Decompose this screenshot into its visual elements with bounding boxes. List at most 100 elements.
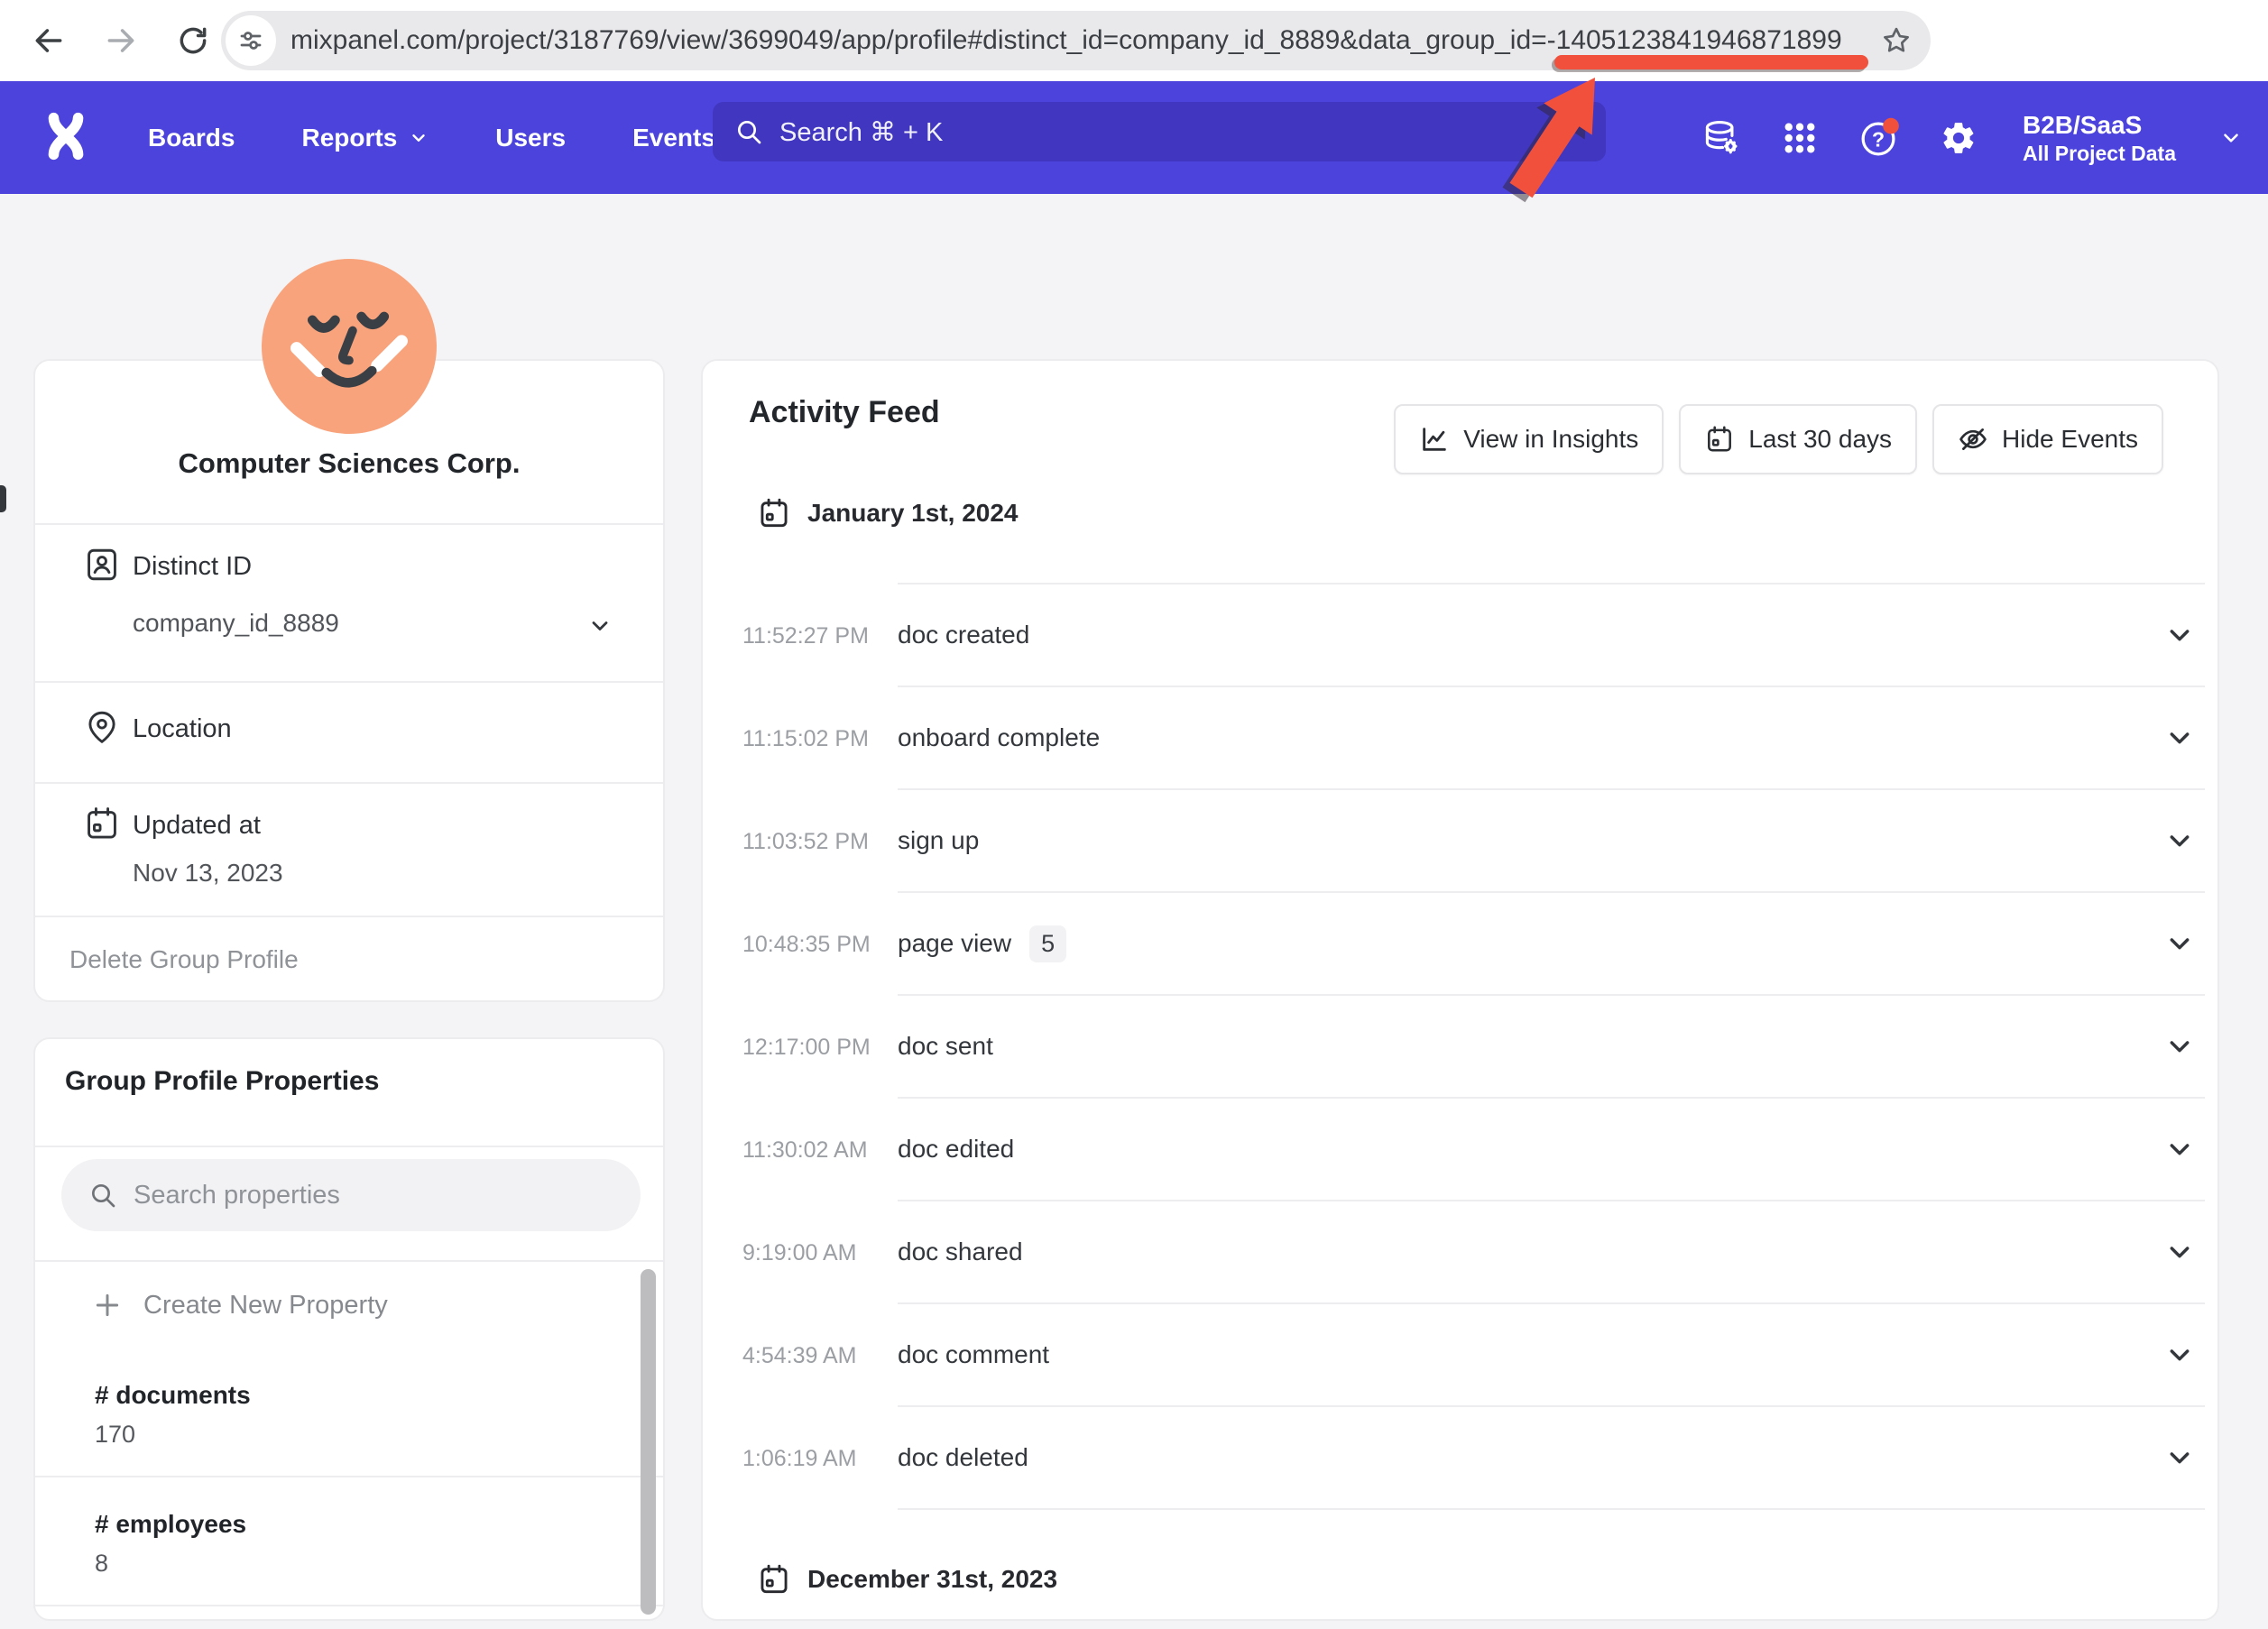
nav-item-events[interactable]: Events [632,124,715,152]
event-time: 10:48:35 PM [703,893,898,996]
property-name: # documents [95,1381,663,1410]
browser-back-icon[interactable] [31,23,67,59]
activity-event-row[interactable]: 11:15:02 PM onboard complete [703,687,2217,790]
property-items: # documents 170 # employees 8 [35,1348,663,1606]
activity-event-list: 11:52:27 PM doc created 11:15:02 PM onbo… [703,584,2217,1510]
event-name: doc edited [898,1135,1014,1164]
activity-event-row[interactable]: 9:19:00 AM doc shared [703,1201,2217,1304]
chevron-down-icon[interactable] [2165,826,2194,855]
distinct-id-label: Distinct ID [133,552,252,582]
event-name: page view [898,929,1011,958]
property-item[interactable]: # employees 8 [35,1477,663,1606]
chevron-down-icon[interactable] [2165,1443,2194,1472]
calendar-icon [757,496,791,530]
chevron-down-icon[interactable] [2165,1135,2194,1164]
date-group-label: December 31st, 2023 [807,1565,1057,1594]
activity-event-row[interactable]: 10:48:35 PM page view 5 [703,893,2217,996]
help-icon[interactable]: ? [1858,117,1900,159]
browser-reload-icon[interactable] [175,23,211,59]
bookmark-star-icon[interactable] [1880,24,1913,57]
browser-chrome: mixpanel.com/project/3187769/view/369904… [0,0,2268,81]
page-content: Computer Sciences Corp. Distinct ID comp… [0,194,2268,1629]
search-icon [734,117,763,146]
search-placeholder: Search ⌘ + K [779,116,943,148]
properties-scrollbar[interactable] [641,1269,656,1615]
data-management-icon[interactable] [1701,118,1741,158]
activity-feed-title: Activity Feed [749,395,940,430]
search-properties-input[interactable] [132,1180,568,1211]
divider [35,1146,663,1147]
project-switcher[interactable]: B2B/SaaS All Project Data [2023,110,2176,166]
activity-feed-card: Activity Feed View in Insights Last 30 d… [701,359,2219,1621]
activity-event-row[interactable]: 11:30:02 AM doc edited [703,1099,2217,1201]
plus-icon [93,1291,122,1320]
chevron-down-icon[interactable] [2165,723,2194,752]
chevron-down-icon[interactable] [2165,621,2194,649]
chevron-down-icon[interactable] [587,613,613,639]
chevron-down-icon[interactable] [2165,1238,2194,1266]
event-time: 11:03:52 PM [703,790,898,893]
group-properties-card: Group Profile Properties Create New Prop… [33,1037,665,1621]
event-name: doc sent [898,1032,993,1061]
event-time: 12:17:00 PM [703,996,898,1099]
chevron-down-icon[interactable] [2219,126,2243,150]
property-value: 170 [95,1421,663,1449]
create-new-property-label: Create New Property [143,1291,388,1321]
properties-list: Create New Property # documents 170 # em… [35,1260,663,1606]
activity-event-row[interactable]: 11:52:27 PM doc created [703,584,2217,687]
chevron-down-icon[interactable] [2165,1340,2194,1369]
nav-item-reports[interactable]: Reports [301,124,429,152]
global-search-input[interactable]: Search ⌘ + K [713,102,1606,161]
nav-item-label: Reports [301,124,397,152]
activity-event-row[interactable]: 11:03:52 PM sign up [703,790,2217,893]
mixpanel-logo-icon[interactable] [40,110,92,162]
event-time: 11:52:27 PM [703,584,898,687]
property-name: # employees [95,1510,663,1539]
event-name: sign up [898,826,979,855]
divider [35,782,663,784]
updated-at-label: Updated at [133,811,261,841]
date-range-button[interactable]: Last 30 days [1679,404,1917,474]
event-count-badge: 5 [1029,925,1066,962]
view-in-insights-button[interactable]: View in Insights [1394,404,1664,474]
event-time: 9:19:00 AM [703,1201,898,1304]
search-icon [88,1181,117,1210]
date-group-header: December 31st, 2023 [757,1562,1057,1597]
url-text: mixpanel.com/project/3187769/view/369904… [290,25,1869,56]
site-info-icon[interactable] [226,15,276,66]
property-item[interactable]: # documents 170 [35,1348,663,1477]
calendar-icon [757,1562,791,1597]
settings-gear-icon[interactable] [1940,119,1978,157]
chevron-down-icon[interactable] [2165,929,2194,958]
chevron-down-icon[interactable] [2165,1032,2194,1061]
hide-events-button[interactable]: Hide Events [1932,404,2163,474]
group-name: Computer Sciences Corp. [35,447,663,480]
project-data-label: All Project Data [2023,141,2176,166]
eye-off-icon [1958,424,1988,455]
calendar-icon [83,805,121,842]
distinct-id-value: company_id_8889 [133,609,339,638]
button-label: View in Insights [1463,425,1638,454]
calendar-icon [1704,424,1735,455]
id-badge-icon [83,546,121,584]
nav-item-boards[interactable]: Boards [148,124,235,152]
browser-forward-icon[interactable] [103,23,139,59]
activity-event-row[interactable]: 4:54:39 AM doc comment [703,1304,2217,1407]
svg-text:?: ? [1872,127,1885,151]
chevron-down-icon [409,128,429,148]
create-new-property-button[interactable]: Create New Property [35,1262,663,1348]
nav-item-users[interactable]: Users [495,124,566,152]
line-chart-icon [1419,424,1450,455]
event-name: doc comment [898,1340,1049,1369]
divider [35,681,663,683]
profile-card: Computer Sciences Corp. Distinct ID comp… [33,359,665,1002]
activity-event-row[interactable]: 1:06:19 AM doc deleted [703,1407,2217,1510]
activity-event-row[interactable]: 12:17:00 PM doc sent [703,996,2217,1099]
delete-group-profile-button[interactable]: Delete Group Profile [69,945,299,974]
apps-grid-icon[interactable] [1781,119,1819,157]
search-properties-field[interactable] [61,1159,641,1231]
location-label: Location [133,714,232,744]
nav-item-label: Events [632,124,715,152]
project-name: B2B/SaaS [2023,110,2176,141]
date-group-label: January 1st, 2024 [807,499,1019,528]
